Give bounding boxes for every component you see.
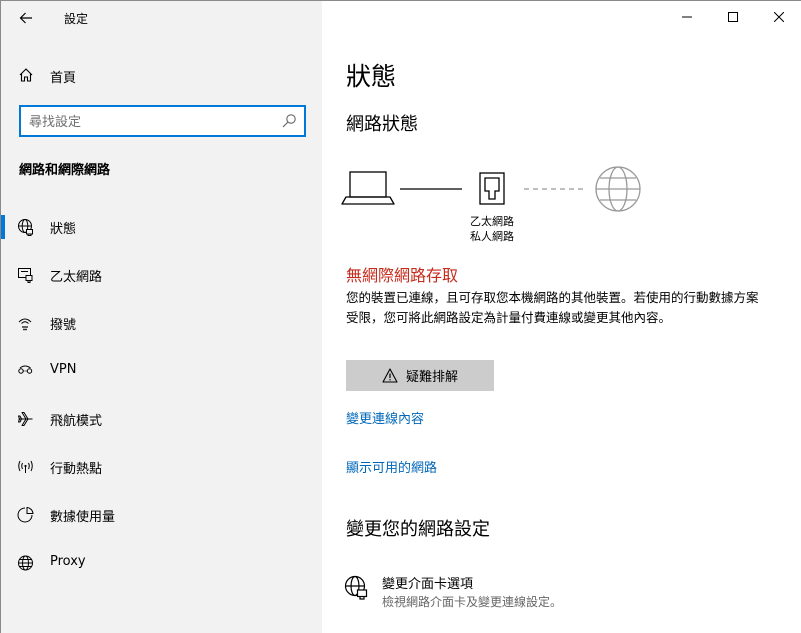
window-controls: [664, 1, 801, 33]
sidebar-item-proxy[interactable]: Proxy: [1, 542, 322, 582]
home-label: 首頁: [50, 71, 77, 86]
network-diagram: [341, 166, 641, 212]
back-arrow-icon: [19, 12, 32, 24]
search-input[interactable]: [29, 113, 269, 131]
data-usage-icon: [17, 506, 34, 523]
internet-globe-icon: [595, 166, 641, 212]
ethernet-icon: [18, 268, 33, 283]
close-icon: [774, 12, 784, 22]
active-indicator: [1, 215, 5, 239]
minimize-icon: [682, 16, 692, 18]
sidebar-item-label: 數據使用量: [50, 510, 116, 525]
troubleshoot-button[interactable]: 疑難排解: [346, 360, 494, 391]
search-icon[interactable]: [281, 113, 297, 129]
sidebar-item-vpn[interactable]: VPN: [1, 350, 322, 390]
main-content: 狀態 網路狀態 乙太網路 私人網路 無網際網路存取 您的裝置已連線，且可存取您本…: [322, 1, 801, 633]
sidebar-item-label: 狀態: [50, 222, 77, 237]
sidebar-item-hotspot[interactable]: 行動熱點: [1, 446, 322, 486]
ethernet-adapter-icon: [479, 172, 505, 205]
sidebar-item-label: VPN: [50, 362, 77, 377]
vpn-icon: [18, 365, 33, 374]
connection-status-heading: 無網際網路存取: [346, 266, 459, 285]
adapter-label: 乙太網路 私人網路: [452, 214, 532, 244]
adapter-type: 私人網路: [470, 230, 514, 243]
page-title: 狀態: [346, 62, 397, 91]
sidebar-item-label: 撥號: [50, 318, 77, 333]
close-button[interactable]: [756, 1, 801, 33]
adapter-options-description: 檢視網路介面卡及變更連線設定。: [382, 595, 563, 609]
change-adapter-options[interactable]: 變更介面卡選項 檢視網路介面卡及變更連線設定。: [344, 573, 784, 613]
change-connection-properties-link[interactable]: 變更連線內容: [346, 408, 424, 427]
sidebar-item-label: 行動熱點: [50, 462, 103, 477]
show-available-networks-link[interactable]: 顯示可用的網路: [346, 457, 437, 476]
change-settings-heading: 變更您的網路設定: [346, 519, 490, 540]
globe-network-icon: [18, 219, 33, 236]
adapter-globe-icon: [344, 575, 368, 600]
sidebar-item-label: 飛航模式: [50, 414, 103, 429]
hotspot-icon: [18, 460, 33, 473]
search-box[interactable]: [19, 105, 306, 137]
maximize-icon: [728, 12, 738, 22]
sidebar-item-airplane[interactable]: 飛航模式: [1, 398, 322, 438]
airplane-icon: [18, 412, 33, 426]
sidebar-item-status[interactable]: 狀態: [1, 206, 322, 246]
sidebar-item-dialup[interactable]: 撥號: [1, 302, 322, 342]
sidebar-item-ethernet[interactable]: 乙太網路: [1, 254, 322, 294]
adapter-options-title: 變更介面卡選項: [382, 577, 474, 592]
section-heading: 網路和網際網路: [19, 163, 111, 178]
globe-icon: [18, 555, 33, 571]
sidebar-item-data-usage[interactable]: 數據使用量: [1, 494, 322, 534]
app-title: 設定: [64, 12, 89, 26]
sidebar-item-home[interactable]: 首頁: [1, 59, 322, 91]
home-icon: [19, 68, 33, 82]
sidebar-item-label: 乙太網路: [50, 270, 103, 285]
maximize-button[interactable]: [710, 1, 756, 33]
dialup-icon: [18, 318, 32, 331]
sidebar: 設定 首頁 網路和網際網路 狀態 乙太網路: [1, 1, 322, 633]
connection-status-description: 您的裝置已連線，且可存取您本機網路的其他裝置。若使用的行動數據方案受限，您可將此…: [346, 290, 759, 325]
troubleshoot-label: 疑難排解: [405, 370, 458, 385]
minimize-button[interactable]: [664, 1, 710, 33]
network-status-heading: 網路狀態: [346, 114, 418, 135]
adapter-name: 乙太網路: [470, 215, 514, 228]
sidebar-item-label: Proxy: [50, 554, 86, 569]
warning-icon: [382, 368, 398, 383]
laptop-icon: [341, 171, 395, 205]
back-button[interactable]: [11, 5, 41, 31]
